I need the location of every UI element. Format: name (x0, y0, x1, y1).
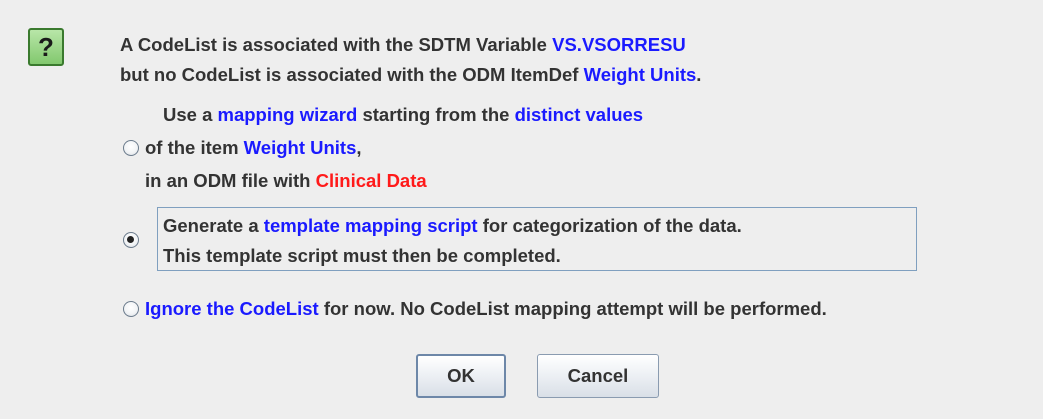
option-text: , (356, 137, 362, 158)
option-ignore-codelist[interactable]: Ignore the CodeList for now. No CodeList… (145, 298, 827, 320)
cancel-button[interactable]: Cancel (537, 354, 659, 398)
option-text: for categorization of the data. (477, 215, 742, 236)
option-template-script-line-2[interactable]: This template script must then be comple… (163, 245, 561, 267)
option-text: of the item (145, 137, 244, 158)
message-line-1-text: A CodeList is associated with the SDTM V… (120, 34, 553, 55)
itemdef-name: Weight Units (583, 64, 697, 85)
weight-units-link: Weight Units (243, 137, 357, 158)
question-icon: ? (28, 28, 64, 66)
option-text: for now. No CodeList mapping attempt wil… (318, 298, 827, 319)
option-mapping-wizard-line-3[interactable]: in an ODM file with Clinical Data (145, 170, 427, 192)
option-mapping-wizard-line-1[interactable]: Use a mapping wizard starting from the d… (163, 104, 643, 126)
template-mapping-script-link: template mapping script (263, 215, 478, 236)
radio-mapping-wizard[interactable] (123, 140, 139, 156)
option-text: Generate a (163, 215, 264, 236)
message-line-2-suffix: . (696, 64, 702, 85)
message-line-2: but no CodeList is associated with the O… (120, 64, 701, 86)
cancel-button-label: Cancel (567, 365, 629, 386)
ok-button-label: OK (447, 365, 475, 386)
ok-button[interactable]: OK (416, 354, 506, 398)
option-text: This template script must then be comple… (163, 245, 561, 266)
distinct-values-link: distinct values (514, 104, 644, 125)
option-text: starting from the (357, 104, 515, 125)
clinical-data-label: Clinical Data (315, 170, 427, 191)
question-icon-glyph: ? (38, 31, 54, 62)
sdtm-variable-name: VS.VSORRESU (552, 34, 686, 55)
ignore-codelist-link: Ignore the CodeList (145, 298, 319, 319)
option-template-script-line-1[interactable]: Generate a template mapping script for c… (163, 215, 742, 237)
message-line-1: A CodeList is associated with the SDTM V… (120, 34, 686, 56)
mapping-wizard-link: mapping wizard (217, 104, 358, 125)
codelist-dialog: ? A CodeList is associated with the SDTM… (0, 0, 1043, 419)
option-mapping-wizard-line-2[interactable]: of the item Weight Units, (145, 137, 362, 159)
message-line-2-text: but no CodeList is associated with the O… (120, 64, 584, 85)
radio-ignore-codelist[interactable] (123, 301, 139, 317)
option-text: in an ODM file with (145, 170, 316, 191)
radio-template-script[interactable] (123, 232, 139, 248)
option-text: Use a (163, 104, 218, 125)
